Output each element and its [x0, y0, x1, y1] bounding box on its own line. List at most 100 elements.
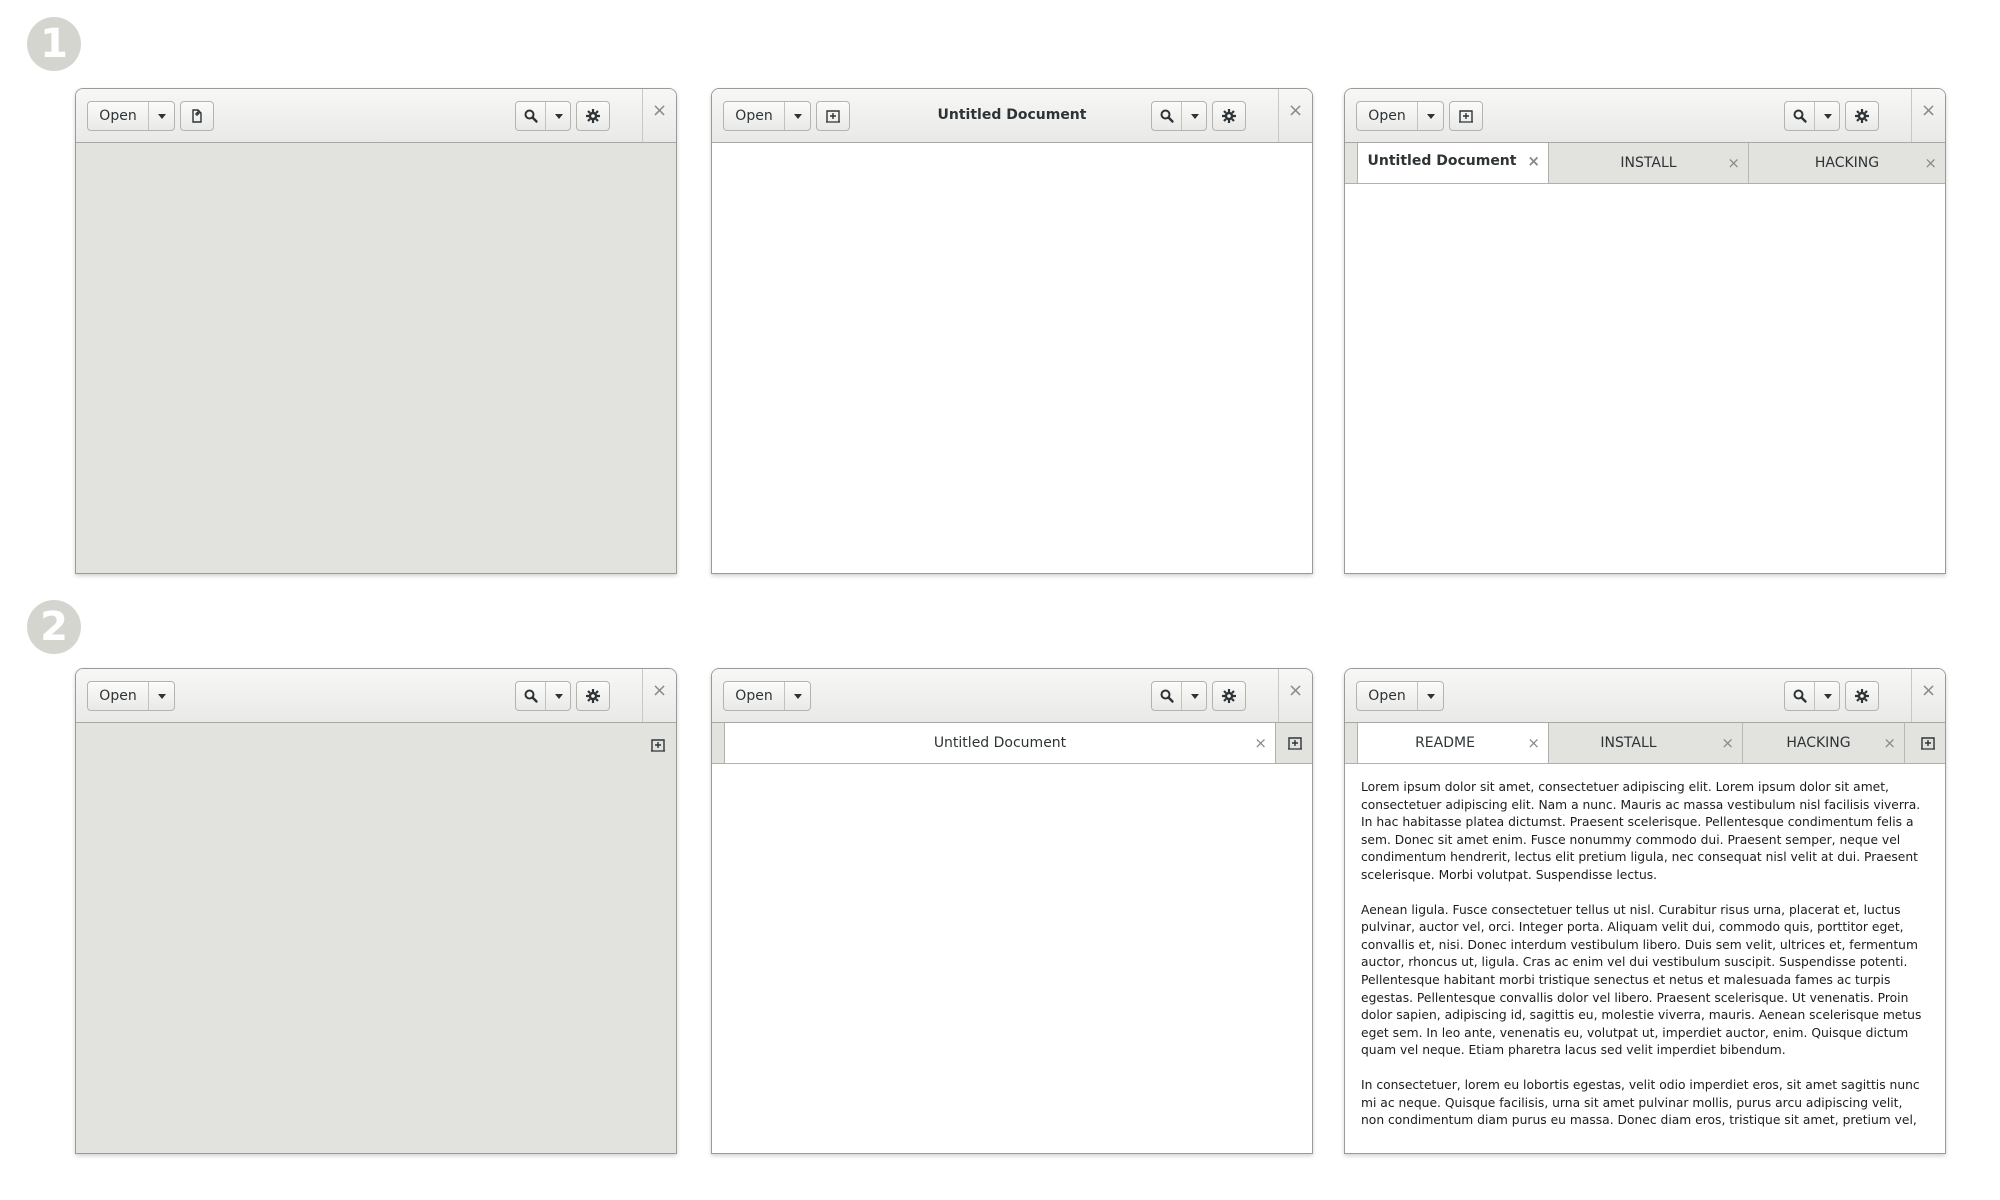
tab-label: README [1415, 735, 1475, 751]
open-button[interactable]: Open [1356, 101, 1444, 131]
step-badge-1: 1 [27, 17, 81, 71]
search-button[interactable] [1151, 681, 1207, 711]
window-single-tab: Open × Untitled Document × [711, 668, 1313, 1154]
step-badge-2: 2 [27, 600, 81, 654]
search-button[interactable] [1784, 101, 1840, 131]
search-dropdown-button[interactable] [545, 682, 571, 710]
headerbar: Open × [76, 669, 676, 723]
close-icon: × [1287, 100, 1304, 121]
open-button-label: Open [735, 688, 773, 704]
new-tab-icon [826, 110, 840, 123]
document-text-area[interactable] [1345, 184, 1945, 573]
window-empty-state: Open × [75, 88, 677, 574]
readme-text[interactable]: Lorem ipsum dolor sit amet, consectetuer… [1361, 779, 1929, 1153]
pan-down-icon [1190, 694, 1199, 699]
open-button[interactable]: Open [87, 681, 175, 711]
open-dropdown-button[interactable] [1417, 102, 1444, 130]
paragraph: Aenean ligula. Fusce consectetuer tellus… [1361, 902, 1922, 1058]
close-tab-icon[interactable]: × [1727, 143, 1740, 183]
pan-down-icon [1190, 114, 1199, 119]
new-tab-icon [1459, 110, 1473, 123]
open-button[interactable]: Open [723, 101, 811, 131]
search-icon [1793, 689, 1807, 703]
document-text-area[interactable] [712, 764, 1312, 1153]
settings-button[interactable] [1845, 681, 1879, 711]
close-tab-icon[interactable]: × [1721, 723, 1734, 763]
settings-button[interactable] [1845, 101, 1879, 131]
new-tab-icon[interactable] [1287, 735, 1303, 751]
headerbar: Untitled Document Open × [712, 89, 1312, 143]
search-button[interactable] [515, 101, 571, 131]
open-dropdown-button[interactable] [784, 682, 811, 710]
open-button[interactable]: Open [1356, 681, 1444, 711]
new-tab-icon[interactable] [650, 737, 666, 753]
search-dropdown-button[interactable] [1181, 682, 1207, 710]
close-tab-icon[interactable]: × [1527, 143, 1540, 179]
settings-button[interactable] [1212, 101, 1246, 131]
search-dropdown-button[interactable] [1814, 102, 1840, 130]
headerbar: Open × [712, 669, 1312, 723]
settings-button[interactable] [1212, 681, 1246, 711]
tab-label: Untitled Document [1367, 153, 1517, 169]
search-dropdown-button[interactable] [1181, 102, 1207, 130]
close-window-button[interactable]: × [1278, 89, 1312, 142]
open-dropdown-button[interactable] [1417, 682, 1444, 710]
new-document-button[interactable] [180, 101, 214, 131]
pan-down-icon [554, 694, 563, 699]
close-tab-icon[interactable]: × [1883, 723, 1896, 763]
window-tabbed-readme: Open × README × INSTALL × HACKING × Lore… [1344, 668, 1946, 1154]
close-tab-icon[interactable]: × [1527, 723, 1540, 763]
open-button-label: Open [1368, 688, 1406, 704]
gear-icon [1222, 689, 1236, 703]
close-tab-icon[interactable]: × [1254, 723, 1267, 763]
tab-bar: Untitled Document × [712, 723, 1312, 764]
tab-install[interactable]: INSTALL × [1549, 143, 1749, 183]
window-single-document: Untitled Document Open × [711, 88, 1313, 574]
tab-bar: Untitled Document × INSTALL × HACKING × [1345, 143, 1945, 184]
tab-untitled-document[interactable]: Untitled Document × [724, 723, 1276, 763]
search-button[interactable] [1151, 101, 1207, 131]
close-window-button[interactable]: × [1278, 669, 1312, 722]
headerbar: Open × [1345, 669, 1945, 723]
search-dropdown-button[interactable] [545, 102, 571, 130]
search-button[interactable] [515, 681, 571, 711]
tab-label: HACKING [1814, 155, 1880, 171]
tab-hacking[interactable]: HACKING × [1749, 143, 1945, 183]
gear-icon [1855, 109, 1869, 123]
pan-down-icon [794, 114, 802, 119]
close-window-button[interactable]: × [642, 669, 676, 722]
close-icon: × [1920, 680, 1937, 701]
new-tab-icon[interactable] [1920, 735, 1936, 751]
search-dropdown-button[interactable] [1814, 682, 1840, 710]
pan-down-icon [158, 114, 166, 119]
close-window-button[interactable]: × [1911, 89, 1945, 142]
settings-button[interactable] [576, 101, 610, 131]
pan-down-icon [1823, 114, 1832, 119]
tab-hacking[interactable]: HACKING × [1743, 723, 1905, 763]
close-window-button[interactable]: × [1911, 669, 1945, 722]
new-tab-button[interactable] [816, 101, 850, 131]
open-button[interactable]: Open [87, 101, 175, 131]
open-dropdown-button[interactable] [784, 102, 811, 130]
open-dropdown-button[interactable] [148, 682, 175, 710]
tab-untitled-document[interactable]: Untitled Document × [1357, 143, 1549, 183]
close-tab-icon[interactable]: × [1924, 143, 1937, 183]
open-button-label: Open [99, 688, 137, 704]
open-button[interactable]: Open [723, 681, 811, 711]
empty-content-area [76, 143, 676, 573]
gear-icon [1222, 109, 1236, 123]
window-empty-state: Open × [75, 668, 677, 1154]
settings-button[interactable] [576, 681, 610, 711]
search-icon [1793, 109, 1807, 123]
search-icon [524, 689, 538, 703]
close-window-button[interactable]: × [642, 89, 676, 142]
pan-down-icon [1427, 694, 1435, 699]
open-dropdown-button[interactable] [148, 102, 175, 130]
document-text-area[interactable] [712, 143, 1312, 573]
tab-readme[interactable]: README × [1357, 723, 1549, 763]
headerbar: Open × [76, 89, 676, 143]
open-button-label: Open [735, 108, 773, 124]
new-tab-button[interactable] [1449, 101, 1483, 131]
search-button[interactable] [1784, 681, 1840, 711]
tab-install[interactable]: INSTALL × [1549, 723, 1743, 763]
